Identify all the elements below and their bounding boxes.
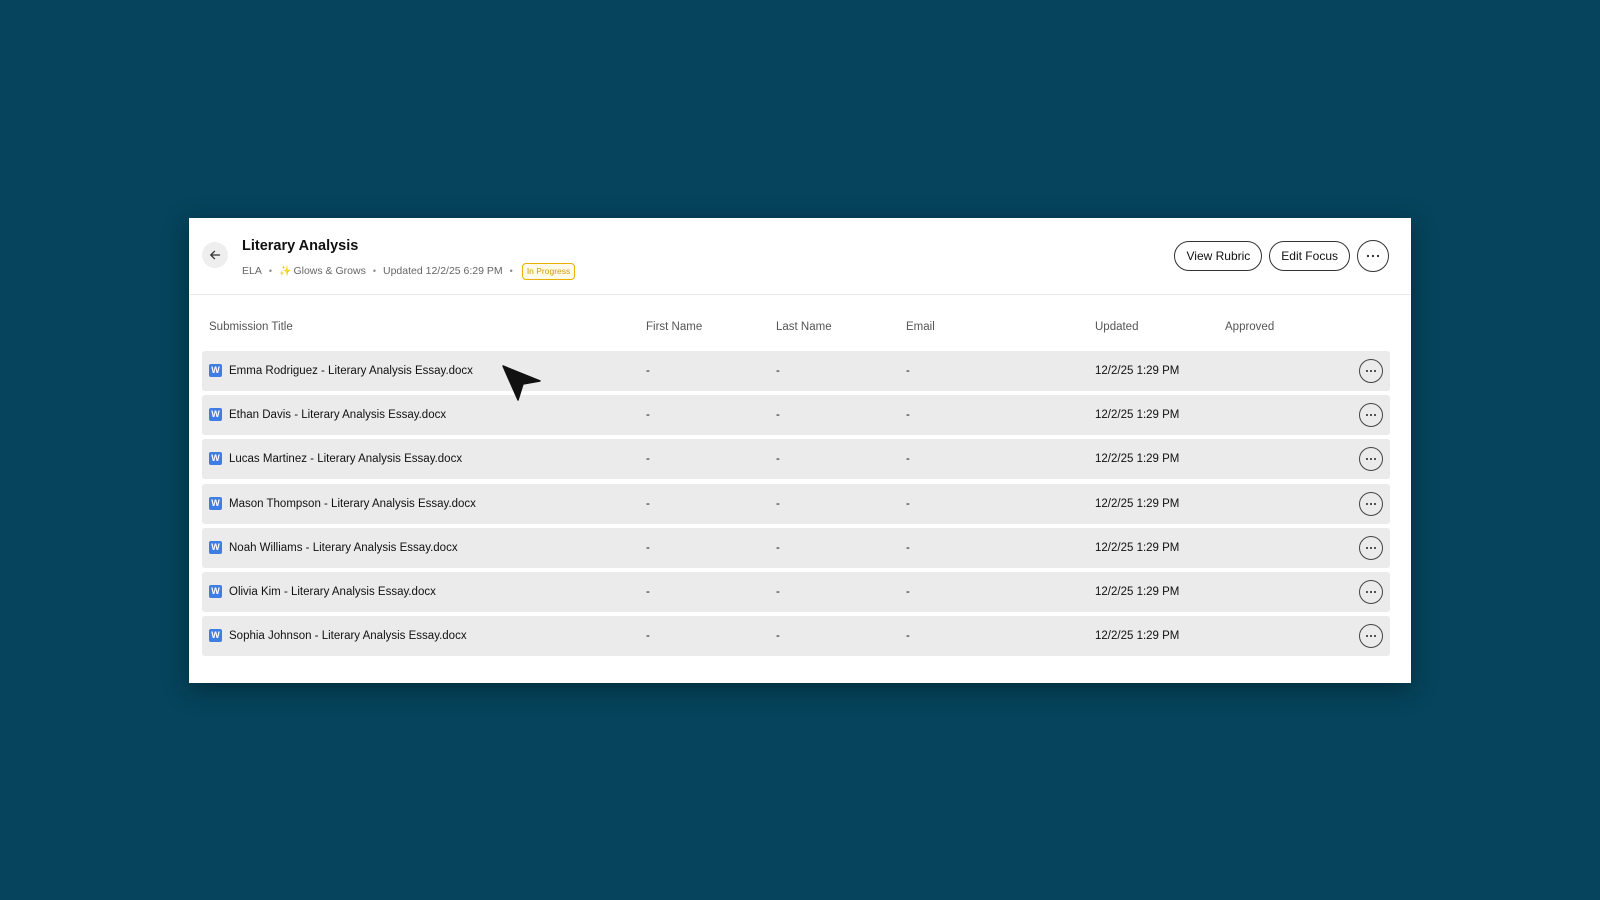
column-header-submission-title[interactable]: Submission Title <box>209 321 293 333</box>
assignment-panel: Literary Analysis ELA • ✨ Glows & Grows … <box>189 218 1411 683</box>
last-name-cell: - <box>776 365 780 377</box>
table-row[interactable]: W Lucas Martinez - Literary Analysis Essa… <box>202 439 1390 480</box>
email-cell: - <box>906 409 910 422</box>
word-document-icon: W <box>209 584 222 598</box>
back-button[interactable] <box>202 242 228 268</box>
last-name-cell: - <box>776 409 780 422</box>
assignment-header: Literary Analysis ELA • ✨ Glows & Grows … <box>189 218 1411 295</box>
email-cell: - <box>906 541 910 554</box>
first-name-cell: - <box>646 453 650 466</box>
updated-label: Updated 12/2/25 6:29 PM <box>382 265 503 277</box>
last-name-cell: - <box>776 630 780 643</box>
first-name-cell: - <box>646 630 650 643</box>
more-horizontal-icon <box>1366 502 1376 505</box>
first-name-cell: - <box>646 409 650 422</box>
meta-separator: • <box>268 266 273 276</box>
submissions-table: Submission Title First Name Last Name Em… <box>202 321 1390 657</box>
first-name-cell: - <box>646 365 650 377</box>
meta-separator: • <box>509 266 513 276</box>
table-row[interactable]: W Noah Williams - Literary Analysis Essay… <box>202 527 1390 568</box>
row-more-button[interactable] <box>1359 447 1383 472</box>
email-cell: - <box>906 497 910 510</box>
table-header: Submission Title First Name Last Name Em… <box>202 321 1390 341</box>
mouse-pointer-icon <box>502 365 541 401</box>
updated-cell: 12/2/25 1:29 PM <box>1095 630 1180 643</box>
first-name-cell: - <box>646 497 650 510</box>
row-more-button[interactable] <box>1359 535 1383 560</box>
submission-title-cell[interactable]: Ethan Davis - Literary Analysis Essay.do… <box>229 395 446 435</box>
sparkle-icon: ✨ <box>279 265 292 277</box>
updated-cell: 12/2/25 1:29 PM <box>1095 541 1180 554</box>
row-more-button[interactable] <box>1359 624 1383 649</box>
updated-cell: 12/2/25 1:29 PM <box>1095 409 1180 422</box>
submission-title-cell[interactable]: Emma Rodriguez - Literary Analysis Essay… <box>229 351 473 391</box>
updated-cell: 12/2/25 1:29 PM <box>1095 453 1180 466</box>
updated-cell: 12/2/25 1:29 PM <box>1095 365 1180 377</box>
word-document-icon: W <box>209 629 222 643</box>
last-name-cell: - <box>776 541 780 554</box>
table-row[interactable]: W Olivia Kim - Literary Analysis Essay.do… <box>202 571 1390 612</box>
submission-title-cell[interactable]: Sophia Johnson - Literary Analysis Essay… <box>229 616 467 656</box>
last-name-cell: - <box>776 453 780 466</box>
submission-title-cell[interactable]: Noah Williams - Literary Analysis Essay.… <box>229 528 458 568</box>
table-body: W Emma Rodriguez - Literary Analysis Essa… <box>202 351 1390 660</box>
row-more-button[interactable] <box>1359 491 1383 516</box>
status-badge: In Progress <box>521 262 576 280</box>
header-actions: View Rubric Edit Focus <box>1174 240 1389 272</box>
assignment-meta: ELA • ✨ Glows & Grows • Updated 12/2/25 … <box>242 262 576 280</box>
word-document-icon: W <box>209 408 222 422</box>
edit-focus-button[interactable]: Edit Focus <box>1269 241 1350 271</box>
submission-title-cell[interactable]: Olivia Kim - Literary Analysis Essay.doc… <box>229 572 436 612</box>
last-name-cell: - <box>776 497 780 510</box>
arrow-left-icon <box>210 250 221 260</box>
email-cell: - <box>906 630 910 643</box>
last-name-cell: - <box>776 585 780 598</box>
email-cell: - <box>906 365 910 377</box>
column-header-last-name[interactable]: Last Name <box>776 321 832 333</box>
more-horizontal-icon <box>1366 414 1376 417</box>
meta-separator: • <box>372 266 376 276</box>
column-header-approved[interactable]: Approved <box>1225 321 1274 333</box>
email-cell: - <box>906 453 910 466</box>
table-row[interactable]: W Mason Thompson - Literary Analysis Essa… <box>202 483 1390 524</box>
word-document-icon: W <box>209 540 222 554</box>
header-more-button[interactable] <box>1357 240 1389 272</box>
more-horizontal-icon <box>1366 254 1380 258</box>
more-horizontal-icon <box>1366 590 1376 593</box>
submission-title-cell[interactable]: Mason Thompson - Literary Analysis Essay… <box>229 484 476 524</box>
row-more-button[interactable] <box>1359 579 1383 604</box>
first-name-cell: - <box>646 541 650 554</box>
subject-label: ELA <box>242 265 262 277</box>
more-horizontal-icon <box>1366 635 1376 638</box>
row-more-button[interactable] <box>1359 359 1383 383</box>
first-name-cell: - <box>646 585 650 598</box>
column-header-first-name[interactable]: First Name <box>646 321 702 333</box>
word-document-icon: W <box>209 364 222 377</box>
updated-cell: 12/2/25 1:29 PM <box>1095 585 1180 598</box>
updated-cell: 12/2/25 1:29 PM <box>1095 497 1180 510</box>
view-rubric-button[interactable]: View Rubric <box>1174 241 1263 271</box>
column-header-email[interactable]: Email <box>906 321 935 333</box>
column-header-updated[interactable]: Updated <box>1095 321 1138 333</box>
focus-label: Glows & Grows <box>293 265 366 277</box>
page-title: Literary Analysis <box>242 238 359 254</box>
row-more-button[interactable] <box>1359 403 1383 428</box>
submission-title-cell[interactable]: Lucas Martinez - Literary Analysis Essay… <box>229 439 462 479</box>
more-horizontal-icon <box>1366 458 1376 461</box>
email-cell: - <box>906 585 910 598</box>
word-document-icon: W <box>209 452 222 466</box>
table-row[interactable]: W Emma Rodriguez - Literary Analysis Essa… <box>202 351 1390 391</box>
table-row[interactable]: W Ethan Davis - Literary Analysis Essay.d… <box>202 395 1390 436</box>
more-horizontal-icon <box>1366 546 1376 549</box>
more-horizontal-icon <box>1366 370 1376 372</box>
table-row[interactable]: W Sophia Johnson - Literary Analysis Essa… <box>202 616 1390 657</box>
word-document-icon: W <box>209 496 222 510</box>
